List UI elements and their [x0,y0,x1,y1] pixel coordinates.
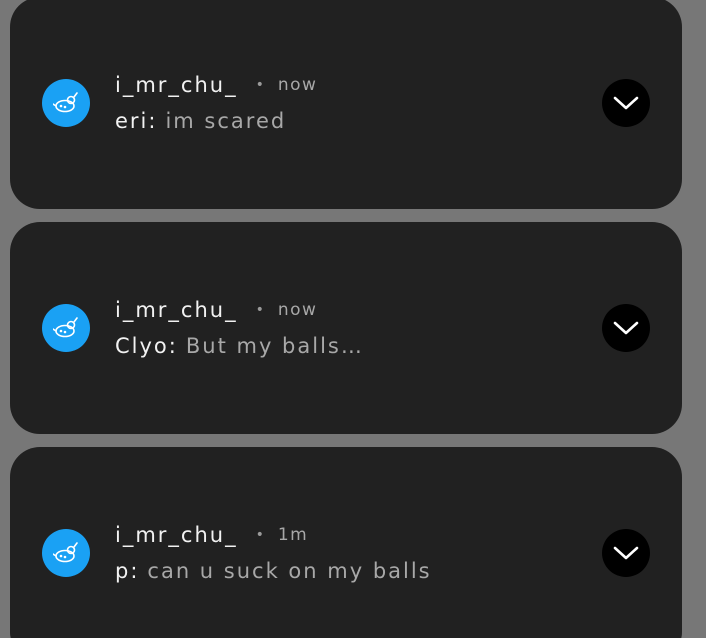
message-text: im scared [165,109,287,133]
notification-card[interactable]: i_mr_chu_ • now eri: im scared [10,0,682,209]
notification-body: Clyo: But my balls… [115,332,364,360]
bird-icon [53,317,78,338]
message-text: But my balls… [185,334,364,358]
timestamp: 1m [277,525,309,545]
bird-icon [53,542,78,563]
notification-card[interactable]: i_mr_chu_ • 1m p: can u suck on my balls [10,447,682,638]
notification-card[interactable]: i_mr_chu_ • now Clyo: But my balls… [10,222,682,434]
sender-name: i_mr_chu_ [115,523,238,547]
app-icon [42,304,90,352]
notification-body: p: can u suck on my balls [115,557,432,585]
separator-dot: • [255,527,264,543]
bird-icon [53,92,78,113]
chevron-down-icon [613,321,639,335]
sender-name: i_mr_chu_ [115,73,238,97]
app-icon [42,79,90,127]
message-author: Clyo: [115,334,178,358]
separator-dot: • [255,302,264,318]
message-author: p: [115,559,140,583]
expand-button[interactable] [602,529,650,577]
timestamp: now [277,300,318,320]
notification-header: i_mr_chu_ • now [115,296,317,324]
notification-header: i_mr_chu_ • now [115,71,317,99]
app-icon [42,529,90,577]
chevron-down-icon [613,96,639,110]
message-text: can u suck on my balls [147,559,432,583]
expand-button[interactable] [602,304,650,352]
notification-body: eri: im scared [115,107,286,135]
expand-button[interactable] [602,79,650,127]
notification-header: i_mr_chu_ • 1m [115,521,308,549]
notification-stack: i_mr_chu_ • now eri: im scared i_mr_chu_… [0,0,706,638]
sender-name: i_mr_chu_ [115,298,238,322]
timestamp: now [277,75,318,95]
separator-dot: • [255,77,264,93]
message-author: eri: [115,109,158,133]
chevron-down-icon [613,546,639,560]
